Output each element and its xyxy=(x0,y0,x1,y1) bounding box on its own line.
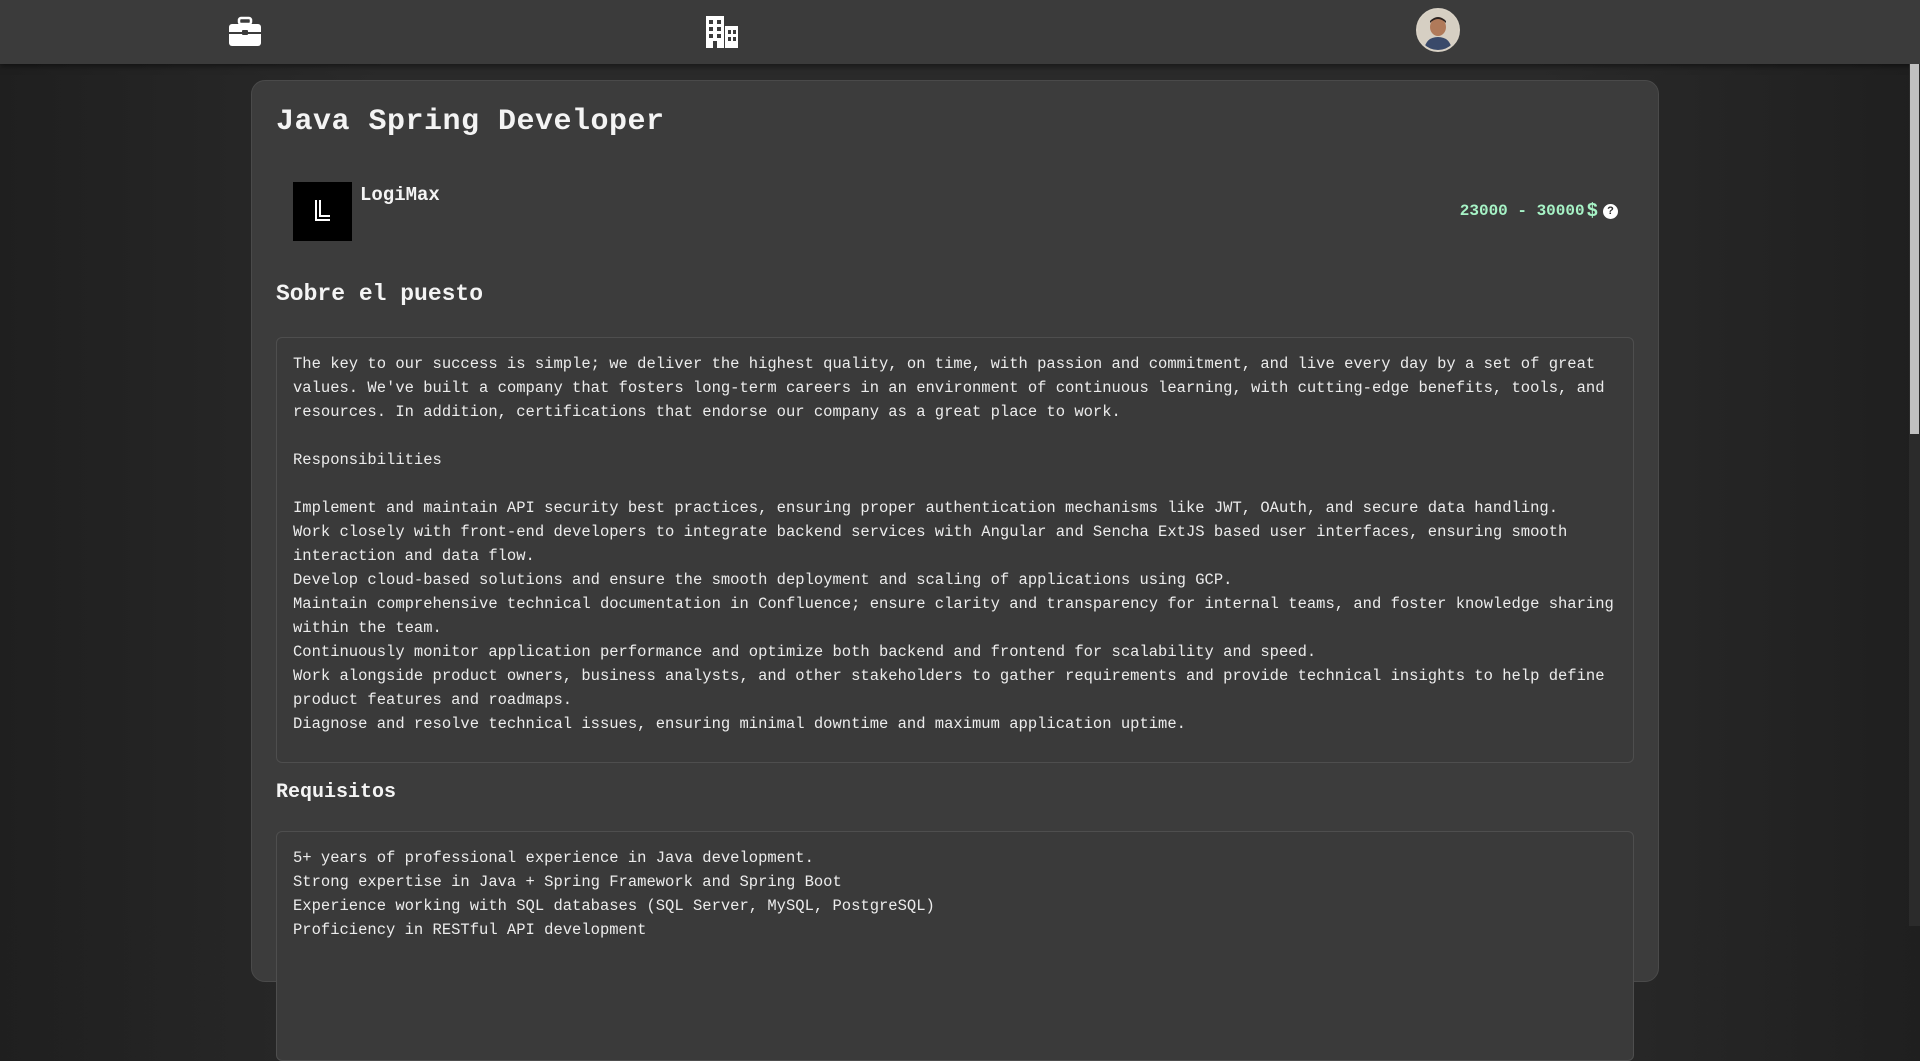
avatar[interactable] xyxy=(1416,8,1460,52)
scrollbar-thumb[interactable] xyxy=(1910,64,1919,434)
salary-currency: $ xyxy=(1586,200,1598,222)
job-detail-card: Java Spring Developer LogiMax 23000 - 30… xyxy=(251,80,1659,1061)
briefcase-icon[interactable] xyxy=(227,14,263,50)
page-scrollbar[interactable] xyxy=(1909,64,1920,926)
help-icon[interactable]: ? xyxy=(1603,203,1618,219)
requirements-heading: Requisitos xyxy=(276,781,397,804)
building-icon[interactable] xyxy=(704,14,740,50)
company-name[interactable]: LogiMax xyxy=(360,184,440,206)
top-navigation-bar xyxy=(0,0,1920,64)
requirements-description: 5+ years of professional experience in J… xyxy=(276,831,1634,1061)
salary-range: 23000 - 30000 $ ? xyxy=(1460,200,1618,222)
salary-value: 23000 - 30000 xyxy=(1459,202,1585,220)
about-heading: Sobre el puesto xyxy=(276,281,484,307)
job-title: Java Spring Developer xyxy=(276,105,665,139)
company-logo[interactable] xyxy=(293,182,352,241)
about-description: The key to our success is simple; we del… xyxy=(276,337,1634,763)
